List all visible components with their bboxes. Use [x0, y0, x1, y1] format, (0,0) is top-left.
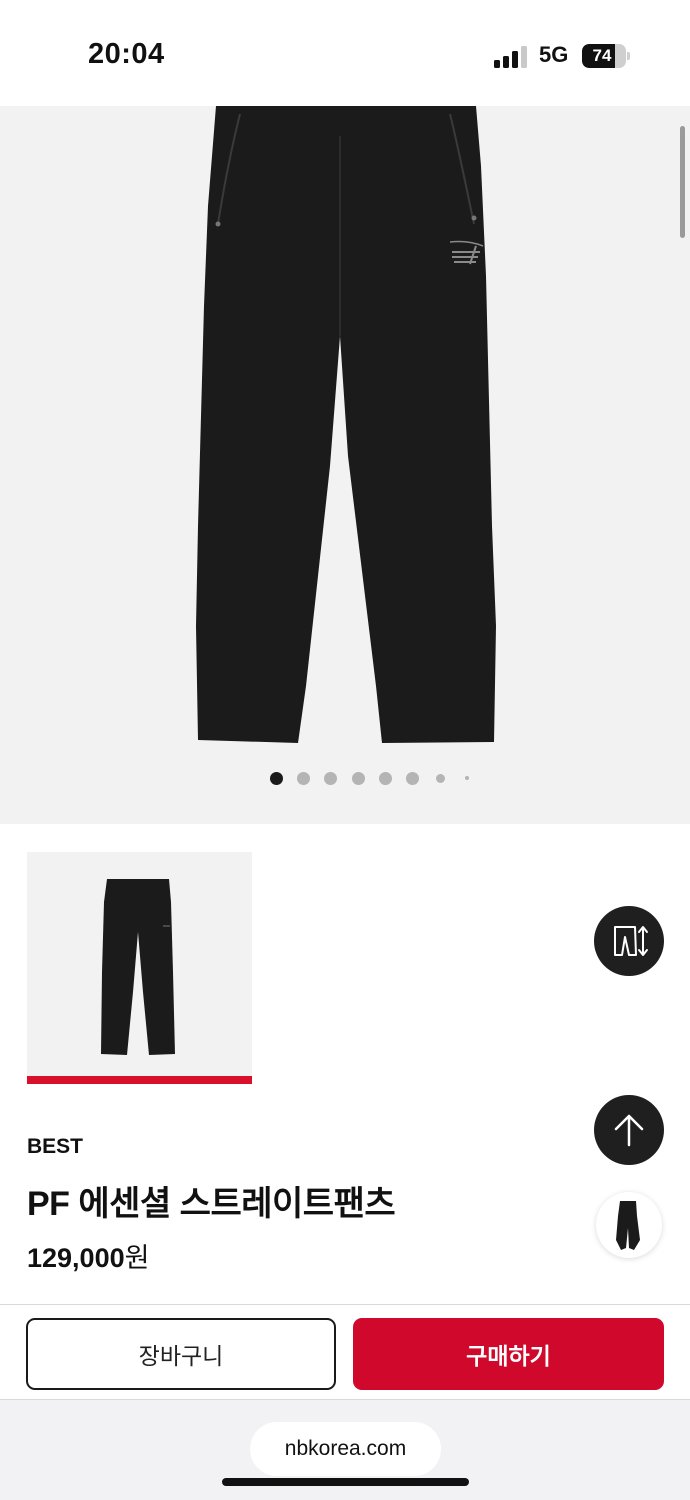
carousel-dot[interactable]: [436, 774, 445, 783]
carousel-dot[interactable]: [352, 772, 365, 785]
pants-thumbnail: [101, 879, 175, 1055]
home-indicator[interactable]: [222, 1478, 469, 1486]
product-name: PF 에센셜 스트레이트팬츠: [27, 1185, 396, 1223]
product-badge: BEST: [27, 1135, 84, 1158]
recent-product-icon: [616, 1201, 640, 1250]
battery-tip: [627, 52, 630, 60]
add-to-cart-button[interactable]: 장바구니: [26, 1318, 336, 1390]
carousel-dot[interactable]: [465, 776, 469, 780]
product-price: 129,000원: [27, 1236, 149, 1275]
recent-product-button[interactable]: [596, 1192, 662, 1258]
browser-toolbar: nbkorea.com: [0, 1400, 690, 1500]
network-type: 5G: [539, 42, 569, 67]
carousel-dot[interactable]: [406, 772, 419, 785]
buy-now-button[interactable]: 구매하기: [353, 1318, 664, 1390]
carousel-dot-active[interactable]: [270, 772, 283, 785]
price-currency: 원: [124, 1243, 150, 1273]
arrow-up-icon: [614, 1114, 644, 1147]
size-guide-button[interactable]: [594, 906, 664, 976]
url-bar[interactable]: nbkorea.com: [250, 1422, 441, 1476]
carousel-dots: [0, 772, 690, 792]
status-time: 20:04: [88, 38, 165, 70]
purchase-action-bar: 장바구니 구매하기: [0, 1304, 690, 1400]
battery-icon: 74: [582, 44, 626, 68]
page-scrollbar[interactable]: [680, 126, 685, 238]
carousel-dot[interactable]: [297, 772, 310, 785]
battery-level: 74: [592, 46, 612, 65]
status-bar: 20:04 5G 74: [0, 0, 690, 106]
scroll-to-top-button[interactable]: [594, 1095, 664, 1165]
pants-size-icon: [614, 926, 648, 956]
thumbnail-selected-indicator: [27, 1076, 252, 1084]
product-thumbnail[interactable]: [27, 852, 252, 1084]
carousel-dot[interactable]: [324, 772, 337, 785]
pants-photo: [196, 106, 496, 743]
price-value: 129,000: [27, 1243, 125, 1273]
signal-icon: [494, 46, 528, 68]
carousel-dot[interactable]: [379, 772, 392, 785]
product-image-carousel[interactable]: [0, 106, 690, 824]
